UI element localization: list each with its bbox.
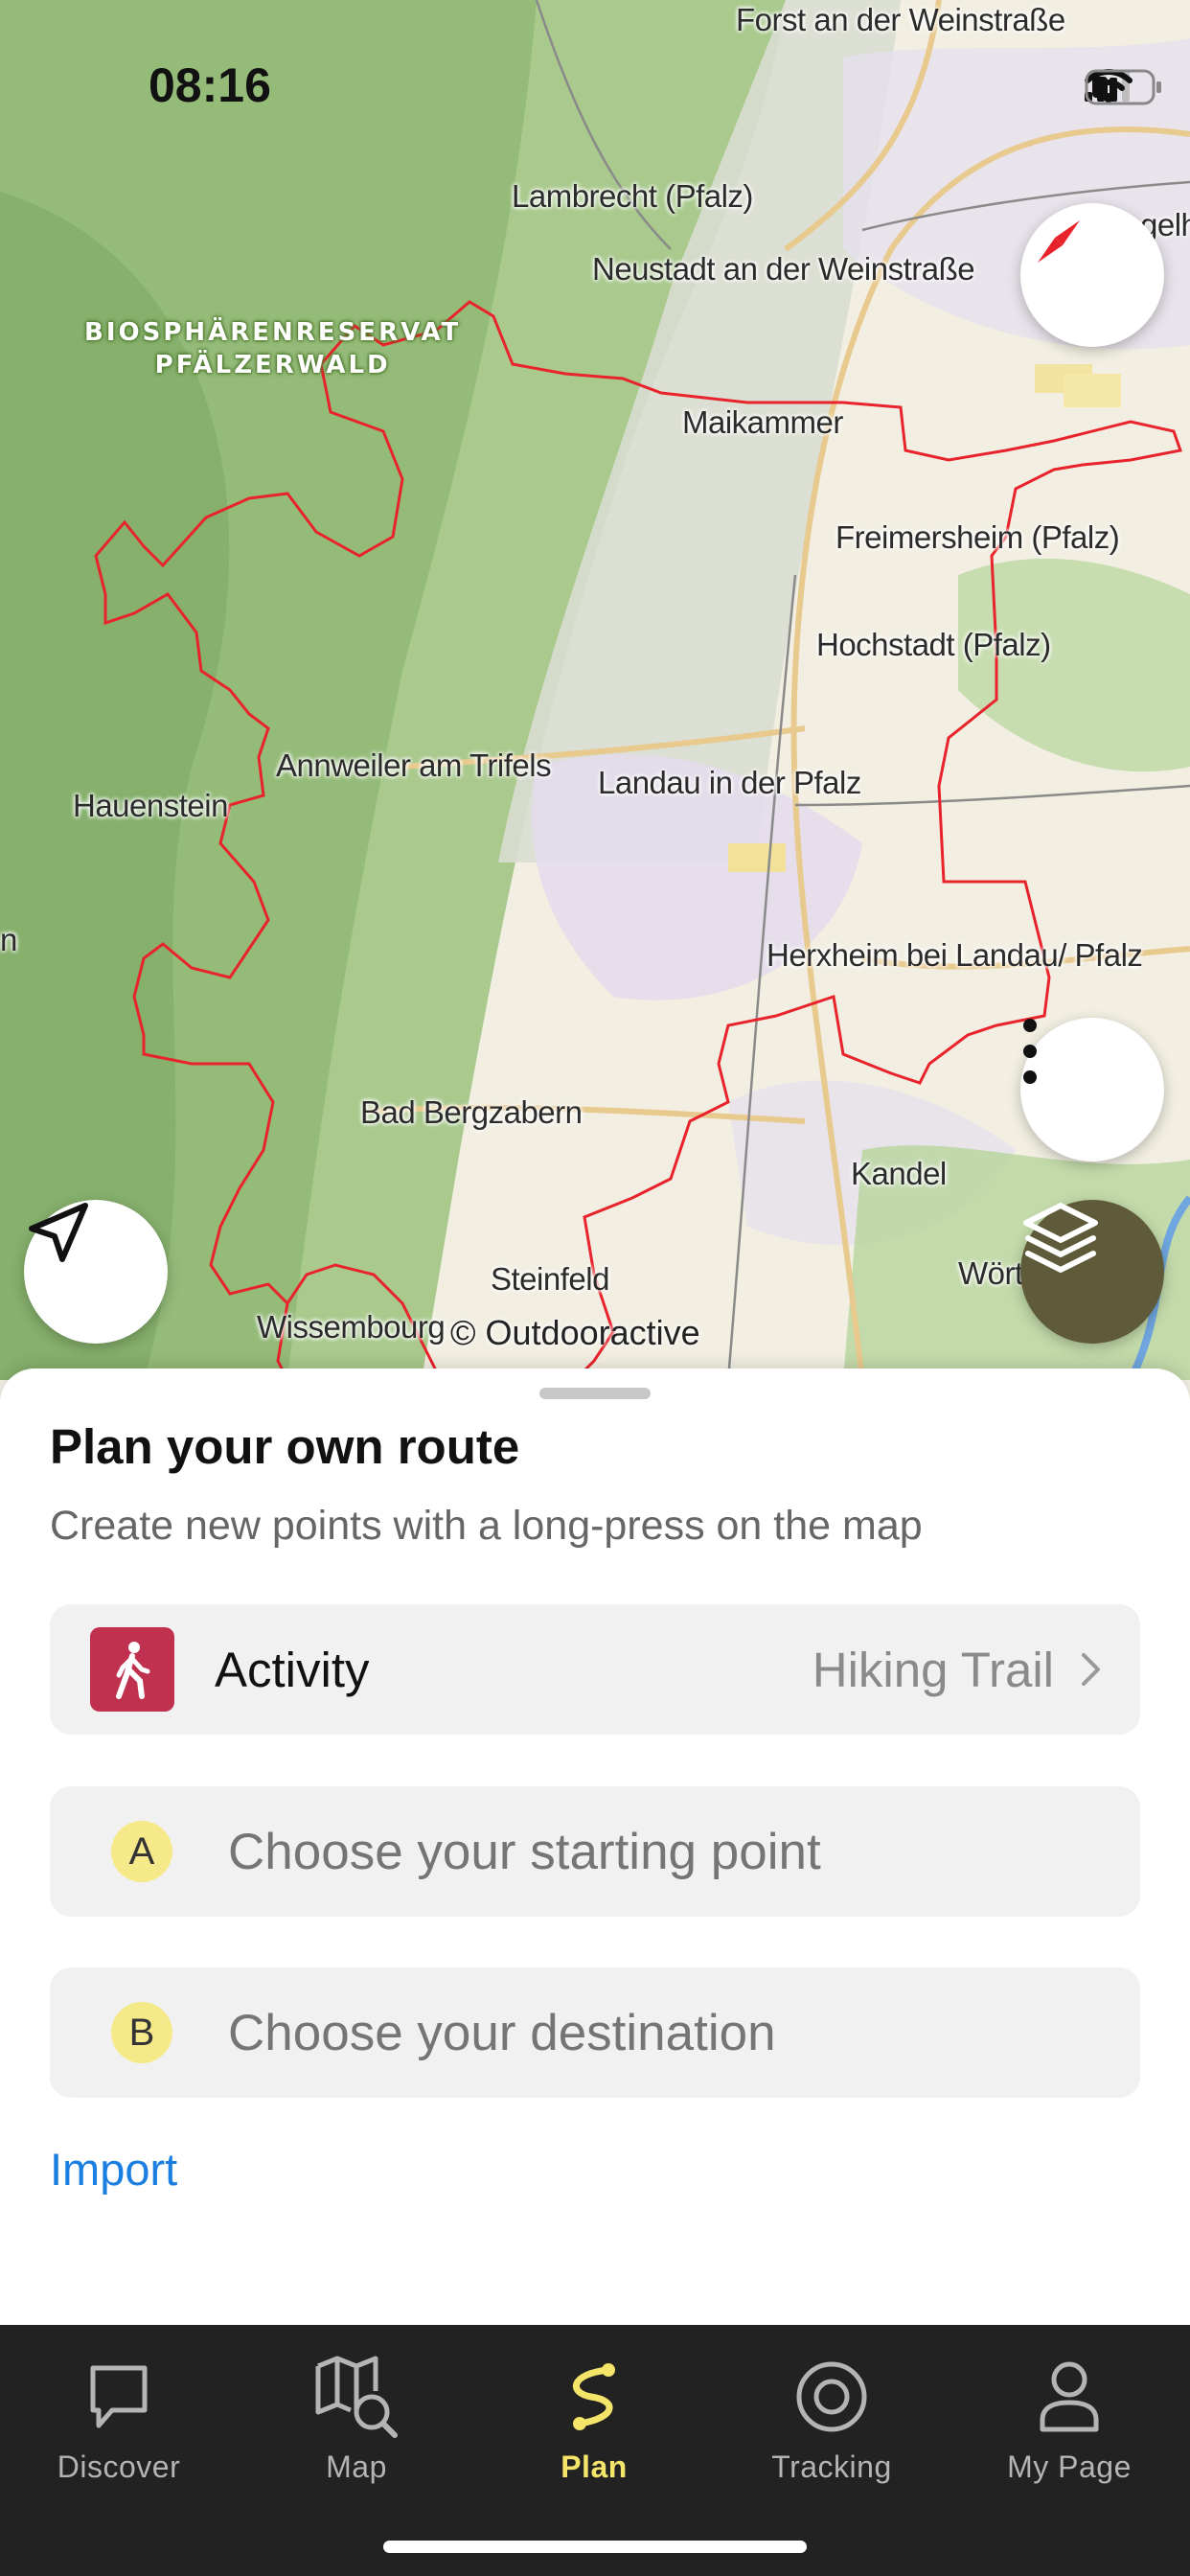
- more-vertical-icon: [1023, 1019, 1037, 1084]
- point-a-badge: A: [111, 1821, 172, 1882]
- destination-field[interactable]: B: [50, 1967, 1140, 2098]
- destination-input[interactable]: [226, 2002, 1092, 2063]
- plan-route-sheet: Plan your own route Create new points wi…: [0, 1368, 1190, 2325]
- more-options-button[interactable]: [1020, 1018, 1164, 1162]
- status-time: 08:16: [149, 58, 271, 112]
- activity-label: Activity: [215, 1642, 370, 1697]
- map-layers-button[interactable]: [1020, 1200, 1164, 1344]
- place-label: Lambrecht (Pfalz): [512, 178, 753, 214]
- tab-label: Map: [326, 2450, 387, 2484]
- my-location-button[interactable]: [24, 1200, 168, 1344]
- tab-label: Discover: [57, 2450, 181, 2484]
- tab-label: Tracking: [771, 2450, 892, 2484]
- place-label: Freimersheim (Pfalz): [835, 519, 1120, 555]
- map-view[interactable]: BIOSPHÄRENRESERVAT PFÄLZERWALD Forst an …: [0, 0, 1190, 1380]
- sheet-title: Plan your own route: [50, 1419, 520, 1474]
- place-label: Wört: [958, 1255, 1023, 1291]
- region-label: BIOSPHÄRENRESERVAT PFÄLZERWALD: [84, 316, 461, 381]
- activity-selector[interactable]: Activity Hiking Trail: [50, 1604, 1140, 1735]
- tab-bar: Discover Map Plan Tracking My Page: [0, 2325, 1190, 2576]
- battery-icon: [1085, 69, 1161, 105]
- tracking-icon: [796, 2361, 867, 2432]
- route-plan-icon: [572, 2363, 615, 2430]
- region-label-line: BIOSPHÄRENRESERVAT: [84, 318, 462, 347]
- layers-icon: [1023, 1203, 1098, 1273]
- tab-label: Plan: [561, 2450, 628, 2484]
- compass-icon: [1038, 220, 1080, 263]
- discover-icon: [90, 2365, 148, 2428]
- map-search-icon: [315, 2356, 398, 2438]
- place-label: Bad Bergzabern: [360, 1094, 583, 1130]
- point-b-badge: B: [111, 2002, 172, 2063]
- region-label-line: PFÄLZERWALD: [154, 351, 391, 380]
- place-label: Hauenstein: [73, 788, 228, 823]
- map-attribution[interactable]: © Outdooractive: [450, 1313, 700, 1353]
- activity-value: Hiking Trail: [812, 1642, 1054, 1697]
- compass-button[interactable]: [1020, 203, 1164, 347]
- place-label: Kandel: [851, 1156, 947, 1191]
- hiker-icon: [90, 1627, 174, 1712]
- place-label: Hochstadt (Pfalz): [816, 627, 1051, 662]
- tab-discover[interactable]: Discover: [0, 2344, 238, 2485]
- place-label: Neustadt an der Weinstraße: [592, 251, 975, 287]
- sheet-drag-handle[interactable]: [539, 1388, 651, 1399]
- tab-plan[interactable]: Plan: [475, 2344, 713, 2485]
- place-label: Forst an der Weinstraße: [736, 2, 1065, 37]
- sheet-subtitle: Create new points with a long-press on t…: [50, 1503, 923, 1549]
- place-label: n: [0, 922, 17, 957]
- tab-tracking[interactable]: Tracking: [713, 2344, 950, 2485]
- starting-point-input[interactable]: [226, 1821, 1092, 1882]
- location-arrow-icon: [29, 1203, 88, 1262]
- place-label: Steinfeld: [491, 1261, 609, 1297]
- home-indicator[interactable]: [383, 2541, 807, 2553]
- import-link[interactable]: Import: [50, 2143, 177, 2196]
- chevron-right-icon: [1082, 1653, 1100, 1686]
- tab-map[interactable]: Map: [238, 2344, 475, 2485]
- place-label: Landau in der Pfalz: [598, 765, 861, 800]
- place-label: Maikammer: [682, 404, 843, 440]
- place-label: Herxheim bei Landau/ Pfalz: [767, 937, 1143, 973]
- tab-my-page[interactable]: My Page: [950, 2344, 1188, 2485]
- tab-label: My Page: [1007, 2450, 1132, 2484]
- profile-icon: [1040, 2361, 1099, 2432]
- place-label: Wissembourg: [257, 1309, 446, 1345]
- place-label: Annweiler am Trifels: [276, 748, 552, 783]
- starting-point-field[interactable]: A: [50, 1786, 1140, 1917]
